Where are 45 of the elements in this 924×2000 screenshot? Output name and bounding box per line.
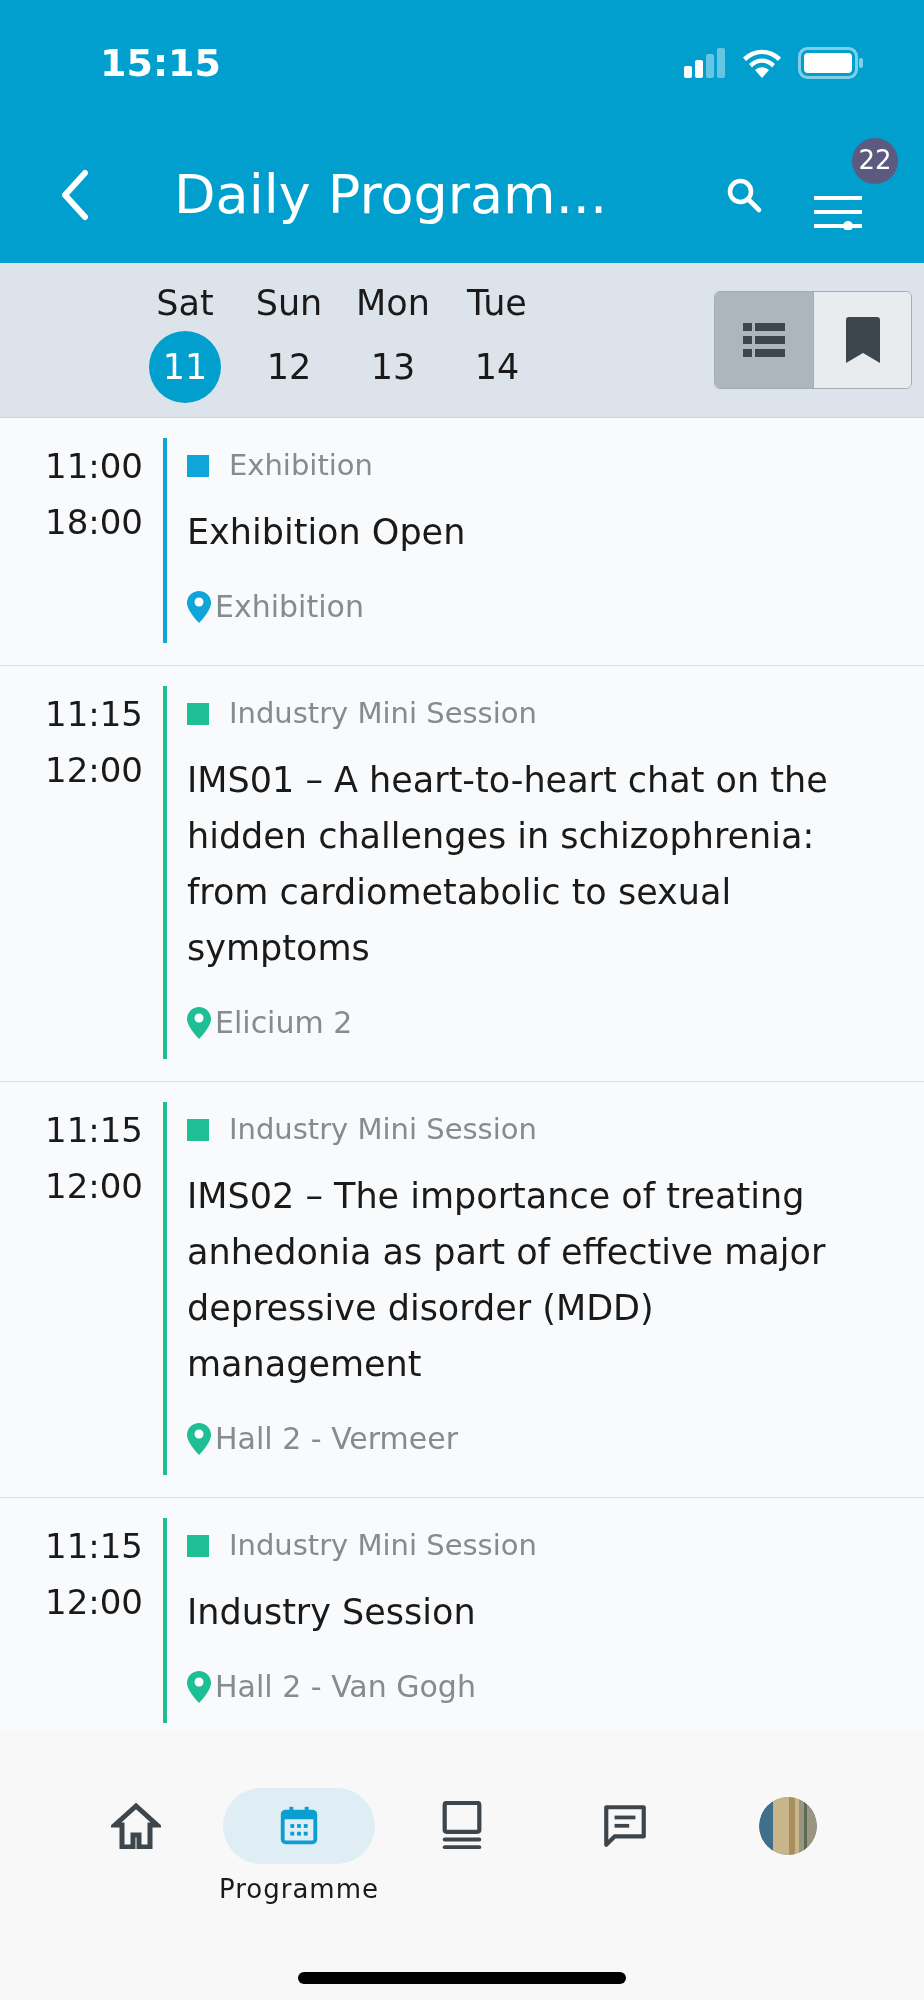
page-title: Daily Program... xyxy=(174,162,608,228)
location-pin-icon xyxy=(187,590,211,623)
session-card[interactable]: Exhibition Exhibition Open Exhibition xyxy=(163,438,924,643)
session-category: Industry Mini Session xyxy=(229,1111,537,1149)
end-time: 12:00 xyxy=(45,1581,143,1624)
session-card[interactable]: Industry Mini Session Industry Session Hall 2 - Van Gogh xyxy=(163,1518,924,1723)
home-icon xyxy=(111,1803,161,1849)
session-title: IMS02 – The importance of treating anhedonia as part of effective major depressive disorder (MDD) management xyxy=(187,1175,827,1386)
day-tab[interactable]: Sun 12 xyxy=(244,276,334,404)
end-time: 18:00 xyxy=(45,501,143,544)
session-category: Exhibition xyxy=(229,447,373,485)
session-location: Exhibition xyxy=(215,588,364,626)
filter-count-badge: 22 xyxy=(852,137,898,184)
list-icon xyxy=(743,323,785,357)
signal-icon xyxy=(684,48,726,78)
laptop-icon xyxy=(440,1801,484,1851)
location-pin-icon xyxy=(187,1006,211,1039)
start-time: 11:15 xyxy=(45,693,143,736)
day-tab[interactable]: Sat 11 xyxy=(140,276,230,404)
wifi-icon xyxy=(742,48,782,78)
session-category: Industry Mini Session xyxy=(229,695,537,733)
back-icon xyxy=(60,168,90,221)
location-pin-icon xyxy=(187,1422,211,1455)
bookmark-icon xyxy=(845,317,880,363)
day-tab[interactable]: Tue 14 xyxy=(452,276,542,404)
session-title: IMS01 – A heart-to-heart chat on the hidden challenges in schizophrenia: from cardiometabolic to sexual symptoms xyxy=(187,759,829,970)
list-view-button[interactable] xyxy=(715,292,813,388)
end-time: 12:00 xyxy=(45,1165,143,1208)
day-tab[interactable]: Mon 13 xyxy=(348,276,438,404)
session-card[interactable]: Industry Mini Session IMS01 – A heart-to-heart chat on the hidden challenges in schizophrenia: from cardiometabolic to sexual symptoms Elicium 2 xyxy=(163,686,924,1059)
session-category: Industry Mini Session xyxy=(229,1527,537,1565)
start-time: 11:00 xyxy=(45,445,143,488)
battery-icon xyxy=(798,47,864,79)
start-time: 11:15 xyxy=(45,1109,143,1152)
bookmarks-button[interactable] xyxy=(813,292,911,388)
end-time: 12:00 xyxy=(45,749,143,792)
session-card[interactable]: Industry Mini Session IMS02 – The importance of treating anhedonia as part of effective major depressive disorder (MDD) management Hall 2 - Vermeer xyxy=(163,1102,924,1475)
session-location: Elicium 2 xyxy=(215,1004,353,1042)
session-location: Hall 2 - Vermeer xyxy=(215,1420,459,1458)
location-pin-icon xyxy=(187,1670,211,1703)
session-title: Exhibition Open xyxy=(187,511,467,554)
session-title: Industry Session xyxy=(187,1591,477,1634)
start-time: 11:15 xyxy=(45,1525,143,1568)
session-location: Hall 2 - Van Gogh xyxy=(215,1668,476,1706)
status-time: 15:15 xyxy=(100,39,221,87)
